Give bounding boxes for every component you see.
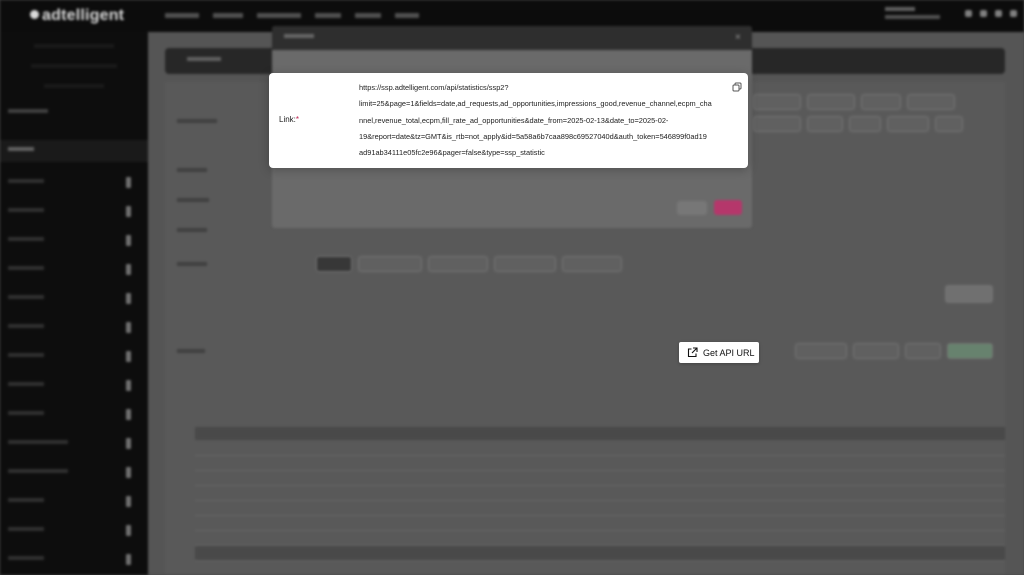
link-url-line: https://ssp.adtelligent.com/api/statisti… <box>359 83 509 92</box>
cancel-button[interactable] <box>677 201 707 215</box>
link-url-line: limit=25&page=1&fields=date,ad_requests,… <box>359 99 712 109</box>
modal-header <box>272 26 752 50</box>
link-url-field[interactable]: https://ssp.adtelligent.com/api/statisti… <box>359 80 734 161</box>
link-url-line: ad91ab34111e05fc2e96&pager=false&type=ss… <box>359 148 545 158</box>
copy-icon[interactable] <box>732 82 742 92</box>
get-api-url-label: Get API URL <box>703 347 755 358</box>
external-link-icon <box>687 347 698 358</box>
link-url-line: nnel,revenue_total,ecpm,fill_rate_ad_opp… <box>359 115 669 125</box>
close-icon[interactable]: × <box>735 32 741 43</box>
link-label: Link:* <box>279 115 300 124</box>
get-api-url-button[interactable]: Get API URL <box>679 342 759 363</box>
copy-button[interactable] <box>714 200 742 215</box>
link-url-line: 19&report=date&tz=GMT&is_rtb=not_apply&i… <box>359 131 707 141</box>
link-field-card: Link:* https://ssp.adtelligent.com/api/s… <box>269 73 748 168</box>
